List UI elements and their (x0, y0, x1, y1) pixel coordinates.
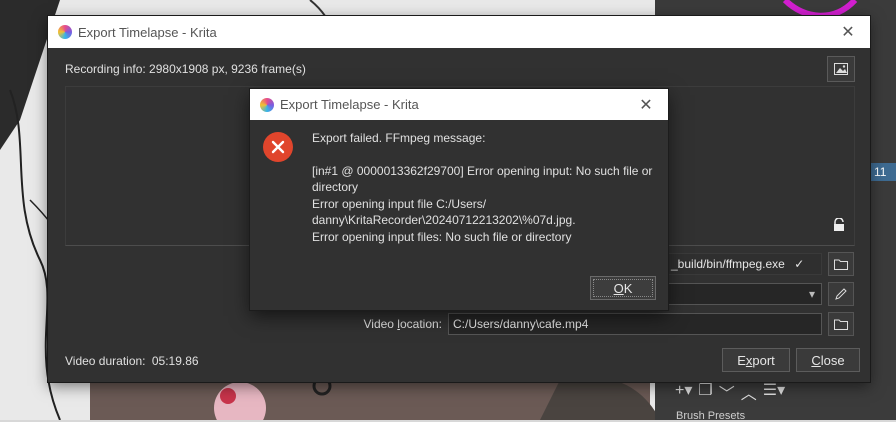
edit-format-button[interactable] (828, 282, 854, 306)
check-icon: ✓ (794, 257, 805, 271)
window-title: Export Timelapse - Krita (78, 24, 217, 40)
ffmpeg-browse-button[interactable] (828, 252, 854, 276)
ffmpeg-row: _build/bin/ffmpeg.exe ✓ (666, 252, 854, 276)
close-icon[interactable]: ✕ (624, 95, 668, 115)
video-location-browse-button[interactable] (828, 312, 854, 336)
error-line: Error opening input files: No such file … (312, 229, 572, 244)
pencil-icon (835, 288, 847, 300)
ffmpeg-path-field[interactable]: _build/bin/ffmpeg.exe ✓ (666, 253, 822, 275)
add-icon[interactable]: +▾ (675, 380, 692, 404)
error-line: [in#1 @ 0000013362f29700] Error opening … (312, 163, 653, 195)
recording-info: Recording info: 2980x1908 px, 9236 frame… (65, 62, 306, 76)
ok-button[interactable]: OK (590, 276, 656, 300)
folder-icon (834, 319, 848, 330)
video-duration: Video duration: 05:19.86 (65, 354, 199, 368)
image-preview-button[interactable] (827, 56, 855, 82)
video-location-row: Video location: C:/Users/danny\cafe.mp4 (356, 312, 854, 336)
chevron-down-icon: ▾ (808, 287, 815, 301)
error-title-bar[interactable]: Export Timelapse - Krita ✕ (250, 89, 668, 120)
close-button[interactable]: Close (796, 348, 860, 372)
move-down-icon[interactable]: ﹀ (719, 380, 735, 404)
close-icon[interactable]: ✕ (826, 22, 870, 42)
lock-aspect-button[interactable] (826, 212, 852, 238)
export-button[interactable]: Ex port (722, 348, 790, 372)
move-up-icon[interactable]: ︿ (741, 380, 757, 404)
duplicate-icon[interactable]: ❐ (698, 380, 712, 404)
export-error-dialog: Export Timelapse - Krita ✕ Export failed… (250, 89, 668, 310)
krita-app-icon (58, 25, 72, 39)
title-bar[interactable]: Export Timelapse - Krita ✕ (48, 16, 870, 48)
error-window-title: Export Timelapse - Krita (280, 97, 419, 112)
video-location-label: Video location: (363, 317, 442, 331)
format-row: ▾ (666, 282, 854, 306)
image-icon (834, 63, 848, 75)
video-duration-label: Video duration: (65, 354, 146, 368)
brush-presets-label[interactable]: Brush Presets (676, 410, 745, 422)
folder-icon (834, 259, 848, 270)
video-duration-value: 05:19.86 (151, 354, 199, 368)
format-select[interactable]: ▾ (666, 283, 822, 305)
dock-toolbar: +▾ ❐ ﹀ ︿ ☰▾ (675, 380, 785, 404)
lock-icon (834, 218, 844, 231)
error-message: Export failed. FFmpeg message: [in#1 @ 0… (312, 130, 656, 245)
ffmpeg-path-value: _build/bin/ffmpeg.exe (671, 257, 785, 271)
video-location-input[interactable]: C:/Users/danny\cafe.mp4 (448, 313, 822, 335)
error-line: Error opening input file C:/Users/ danny… (312, 196, 576, 228)
error-line: Export failed. FFmpeg message: (312, 131, 486, 145)
krita-app-icon (260, 97, 274, 112)
error-icon (263, 132, 293, 162)
selected-layer-number[interactable]: 11 (870, 163, 896, 181)
properties-icon[interactable]: ☰▾ (763, 380, 785, 404)
error-line (312, 147, 656, 163)
